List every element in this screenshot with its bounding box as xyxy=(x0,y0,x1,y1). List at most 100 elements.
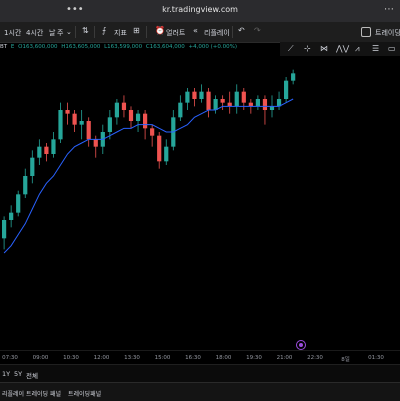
kebab-icon[interactable]: ⋯ xyxy=(384,4,394,15)
candle xyxy=(30,150,35,184)
candle xyxy=(178,95,183,121)
time-tick-label: 15:00 xyxy=(154,355,171,361)
candle-body xyxy=(135,113,141,121)
interval-4h-button[interactable]: 4시간 xyxy=(26,28,43,38)
candle-body xyxy=(143,113,148,129)
tab-trading-panel[interactable]: 트레이딩패널 xyxy=(68,389,101,398)
candle-body xyxy=(114,102,119,118)
replay-icon[interactable]: « xyxy=(193,26,198,35)
horizontal-ray-icon[interactable]: ⊹ xyxy=(304,44,311,53)
candle-body xyxy=(248,102,253,107)
candle xyxy=(9,205,14,228)
candle-body xyxy=(284,80,289,99)
trade-checkbox[interactable] xyxy=(361,27,371,37)
candle xyxy=(23,168,28,198)
browser-url-bar: ••• kr.tradingview.com ⋯ xyxy=(0,0,400,22)
candle xyxy=(220,95,225,110)
candle-body xyxy=(150,128,155,136)
candle-body xyxy=(291,73,296,81)
pattern-icon[interactable]: ⋀⋁ xyxy=(336,44,349,53)
undo-icon[interactable]: ↶ xyxy=(238,26,245,35)
indicators-button[interactable]: 지표 xyxy=(114,28,127,38)
candle-body xyxy=(65,110,70,114)
candle-body xyxy=(220,99,225,103)
timeframe-all[interactable]: 전체 xyxy=(26,370,38,380)
alert-button[interactable]: 얼러트 xyxy=(166,28,185,38)
alert-icon[interactable]: ⏰ xyxy=(155,26,165,35)
candle-body xyxy=(157,135,162,162)
candle xyxy=(44,143,49,162)
trade-button[interactable]: 트레이딩 xyxy=(375,28,400,38)
time-tick-label: 09:00 xyxy=(32,355,49,361)
candle xyxy=(135,110,141,132)
tab-replay-trading-panel[interactable]: 리플레이 트레이딩 패널 xyxy=(2,389,61,398)
replay-button[interactable]: 리플레이 xyxy=(204,28,230,38)
timeframe-5y[interactable]: 5Y xyxy=(14,370,22,378)
candle xyxy=(79,110,84,140)
candlestick-chart[interactable] xyxy=(0,56,400,350)
url-text[interactable]: kr.tradingview.com xyxy=(0,5,400,14)
redo-icon[interactable]: ↷ xyxy=(254,26,261,35)
change-value: +4,000 (+0.00%) xyxy=(188,44,237,50)
candle-body xyxy=(93,139,98,147)
timeframe-1y[interactable]: 1Y xyxy=(2,370,10,378)
candle xyxy=(213,95,218,114)
candle xyxy=(51,132,56,158)
candle-body xyxy=(121,102,127,110)
time-axis[interactable]: 07:30 09:00 10:30 12:00 13:30 15:00 16:30 18:00… xyxy=(0,350,400,365)
fib-icon[interactable]: ☰ xyxy=(372,44,379,53)
candle xyxy=(234,84,239,114)
candle xyxy=(128,106,134,129)
candle-body xyxy=(269,106,275,110)
candle-body xyxy=(44,146,49,154)
candle xyxy=(171,110,176,151)
candle-body xyxy=(30,157,35,176)
candle xyxy=(164,139,169,165)
candle-body xyxy=(58,110,63,140)
replay-target-icon[interactable] xyxy=(296,340,306,350)
time-tick-label: 07:30 xyxy=(2,355,18,361)
interval-day-button[interactable]: 날 xyxy=(49,28,55,38)
candle-body xyxy=(213,99,218,110)
time-tick-label: 19:30 xyxy=(246,355,262,361)
toolbar-divider xyxy=(94,26,95,38)
candle-body xyxy=(241,91,246,103)
toolbar-divider xyxy=(232,26,233,38)
candle xyxy=(121,95,127,118)
time-tick-label: 13:30 xyxy=(124,355,140,361)
candle xyxy=(227,91,232,114)
candle-body xyxy=(178,102,183,118)
trend-line-icon[interactable]: ⟋ xyxy=(288,44,294,54)
candle-body xyxy=(72,113,77,125)
symbol-label[interactable]: BT xyxy=(0,44,7,50)
candle xyxy=(86,117,91,147)
candle xyxy=(199,84,204,103)
measure-icon[interactable]: ▭ xyxy=(388,44,396,53)
candle-body xyxy=(107,117,112,132)
interval-week-button[interactable]: 주 xyxy=(57,28,63,38)
timeframe-bar: 1Y 5Y 전체 xyxy=(0,364,400,383)
time-tick-label: 12:00 xyxy=(93,355,110,361)
candle xyxy=(16,190,21,217)
candle xyxy=(157,132,162,169)
candle-body xyxy=(9,212,14,220)
bar-indicator: E xyxy=(10,44,15,50)
moving-average-line xyxy=(3,98,294,254)
indicators-icon[interactable]: ⨍ xyxy=(102,26,106,35)
candle-style-icon[interactable]: ⇅ xyxy=(82,26,89,35)
templates-icon[interactable]: ⊞ xyxy=(133,26,140,35)
candle xyxy=(291,69,296,85)
time-tick-label: 21:00 xyxy=(276,355,293,361)
candle-body xyxy=(128,110,134,121)
candle xyxy=(206,88,211,118)
candle-body xyxy=(227,102,232,107)
toolbar-divider xyxy=(146,26,147,38)
chevron-down-icon[interactable]: ⌄ xyxy=(66,28,72,36)
zigzag-icon[interactable]: ⩘ xyxy=(355,44,360,54)
candle-body xyxy=(164,146,169,162)
path-icon[interactable]: ⋈ xyxy=(320,44,328,53)
candle xyxy=(114,99,119,125)
candle-body xyxy=(16,194,21,213)
interval-1h-button[interactable]: 1시간 xyxy=(4,28,21,38)
time-tick-label: 01:30 xyxy=(368,355,384,361)
